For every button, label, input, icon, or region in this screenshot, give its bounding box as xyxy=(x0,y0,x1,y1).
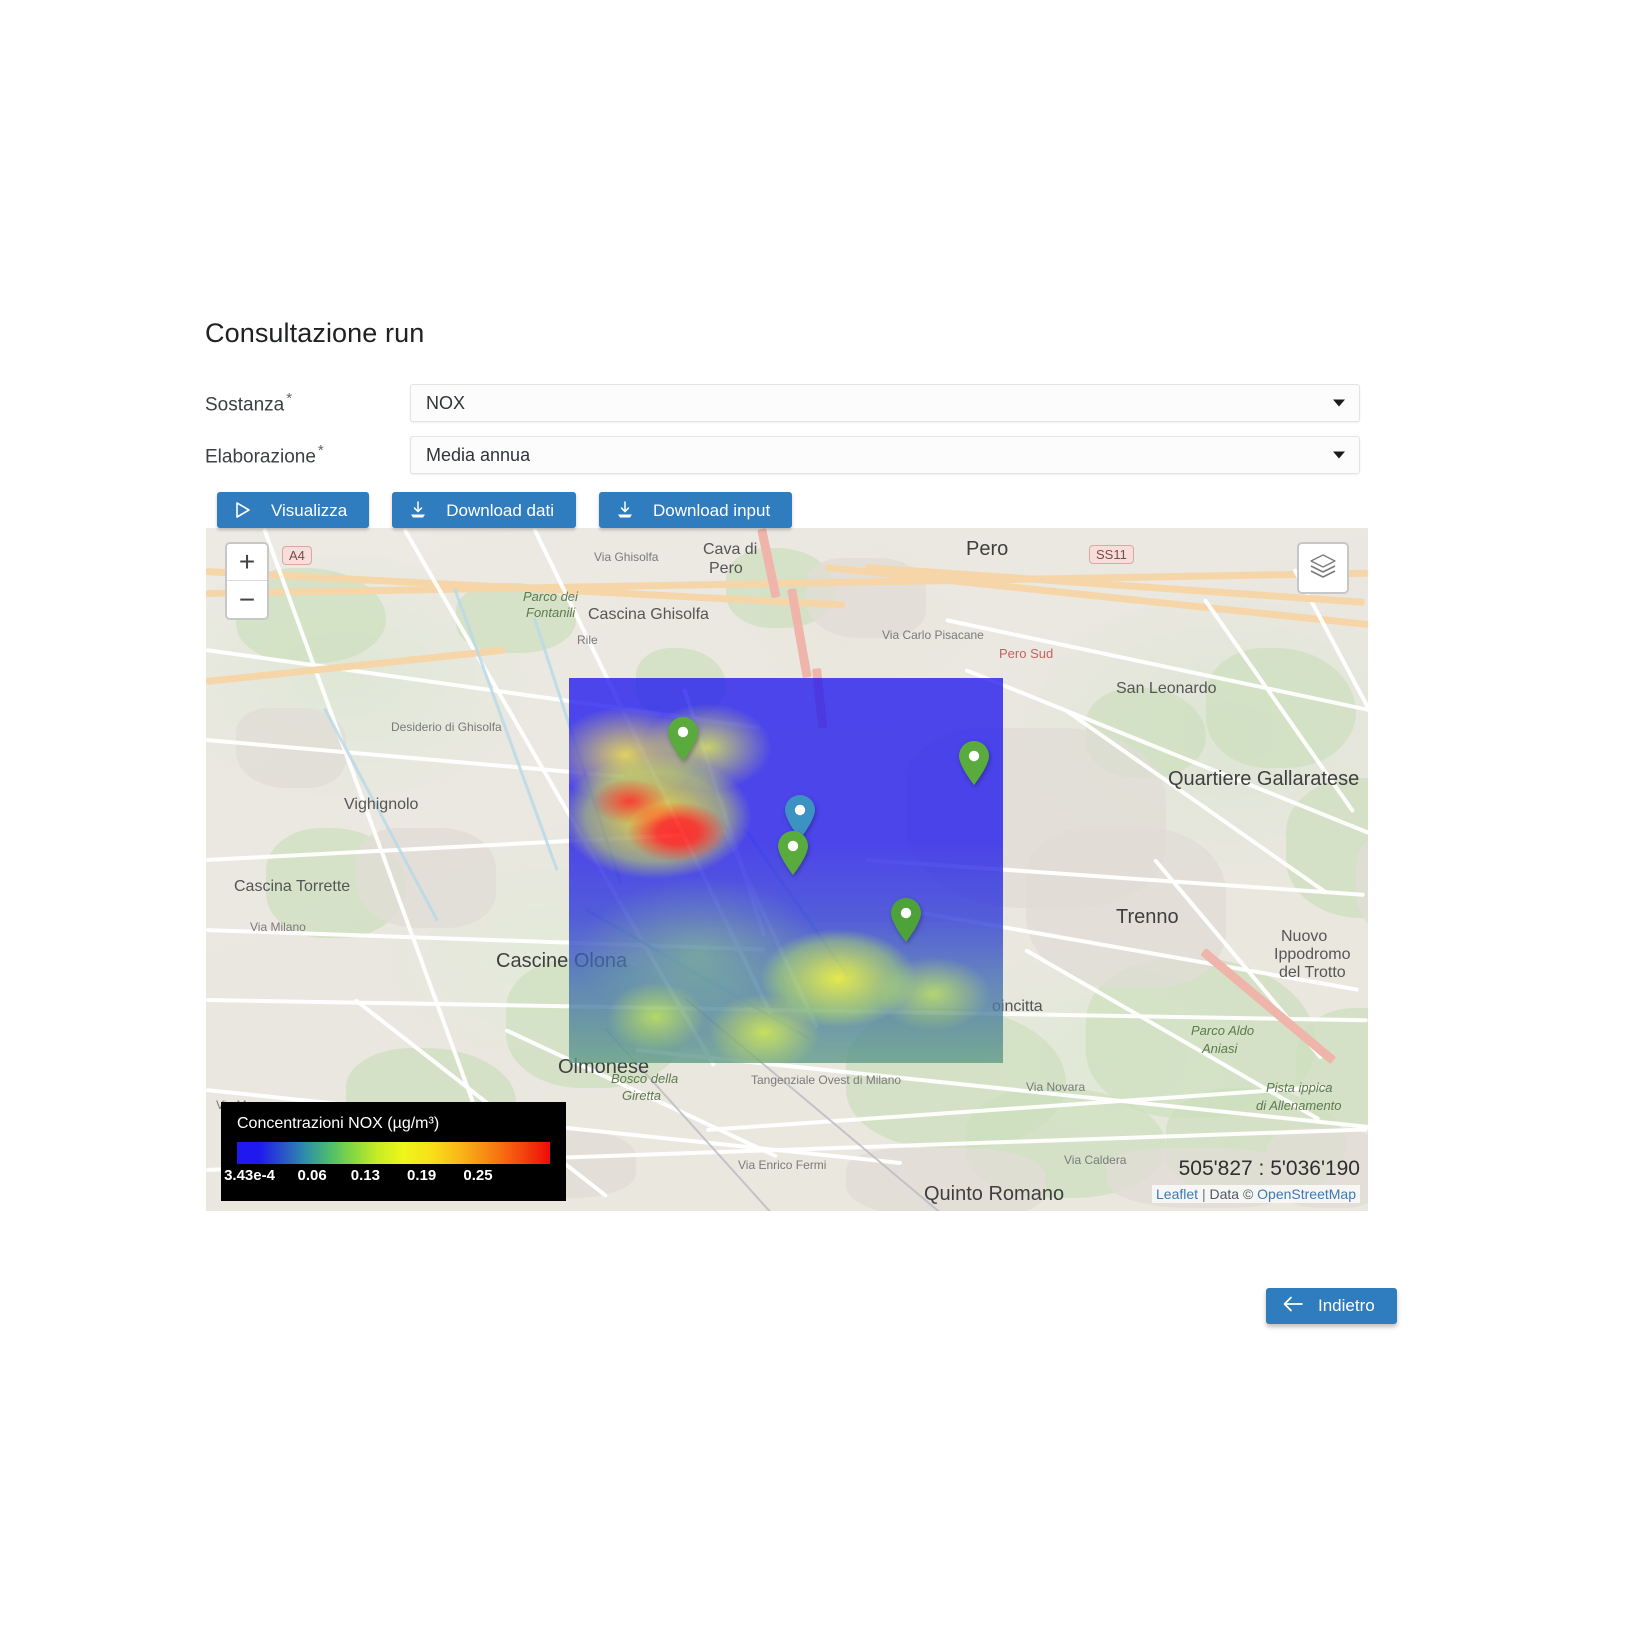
form-row-elaborazione: Elaborazione * Media annua xyxy=(205,436,1360,474)
map-attribution: Leaflet | Data © OpenStreetMap xyxy=(1152,1185,1360,1203)
legend-tick-labels: 3.43e-4 0.06 0.13 0.19 0.25 xyxy=(224,1167,550,1191)
select-elaborazione-value: Media annua xyxy=(426,444,531,465)
visualizza-button-label: Visualizza xyxy=(271,500,348,520)
download-dati-button[interactable]: Download dati xyxy=(392,492,576,528)
action-button-bar: Visualizza Download dati Download input xyxy=(217,492,793,528)
chevron-down-icon[interactable] xyxy=(1333,451,1345,459)
page-title: Consultazione run xyxy=(205,318,425,348)
legend-tick-1: 0.06 xyxy=(297,1167,327,1184)
legend-tick-2: 0.13 xyxy=(350,1167,380,1184)
play-icon xyxy=(233,500,253,520)
form-row-sostanza: Sostanza * NOX xyxy=(205,384,1360,422)
legend-tick-0: 3.43e-4 xyxy=(224,1167,275,1184)
map-road-shield: A4 xyxy=(282,546,312,565)
zoom-control[interactable]: + − xyxy=(225,542,269,620)
label-sostanza-text: Sostanza xyxy=(205,394,285,416)
legend-title: Concentrazioni NOX (µg/m³) xyxy=(237,1115,440,1132)
back-button-container: Indietro xyxy=(1266,1288,1397,1324)
layers-stack-icon xyxy=(1308,551,1338,586)
zoom-in-button[interactable]: + xyxy=(227,544,267,581)
station-marker-1[interactable] xyxy=(666,716,700,762)
download-input-button[interactable]: Download input xyxy=(598,492,793,528)
station-marker-4[interactable] xyxy=(776,830,810,876)
select-sostanza[interactable]: NOX xyxy=(410,384,1360,422)
download-icon xyxy=(615,500,635,520)
select-elaborazione[interactable]: Media annua xyxy=(410,436,1360,474)
openstreetmap-link[interactable]: OpenStreetMap xyxy=(1257,1186,1356,1202)
visualizza-button[interactable]: Visualizza xyxy=(217,492,370,528)
indietro-button-label: Indietro xyxy=(1318,1296,1375,1315)
legend-tick-4: 0.25 xyxy=(463,1167,493,1184)
download-input-button-label: Download input xyxy=(652,500,771,520)
label-elaborazione: Elaborazione * xyxy=(205,442,410,468)
required-marker: * xyxy=(317,441,324,459)
download-icon xyxy=(408,500,428,520)
station-marker-2[interactable] xyxy=(957,740,991,786)
zoom-out-button[interactable]: − xyxy=(227,581,267,618)
arrow-left-icon xyxy=(1282,1295,1304,1318)
download-dati-button-label: Download dati xyxy=(446,500,554,520)
select-sostanza-value: NOX xyxy=(426,392,466,413)
layers-control-button[interactable] xyxy=(1297,542,1349,594)
legend-color-gradient xyxy=(237,1142,550,1164)
station-marker-5[interactable] xyxy=(889,897,923,943)
attribution-data-prefix: Data © xyxy=(1209,1186,1258,1202)
label-elaborazione-text: Elaborazione xyxy=(205,446,316,468)
leaflet-map[interactable]: PeroSS11Cava diPeroParco pubblicoCascina… xyxy=(206,528,1368,1211)
consultazione-run-page: Consultazione run Sostanza * NOX Elaboraz… xyxy=(0,0,1645,1645)
label-sostanza: Sostanza * xyxy=(205,390,410,416)
map-road-shield: SS11 xyxy=(1089,545,1134,564)
attribution-separator: | xyxy=(1198,1186,1210,1202)
indietro-button[interactable]: Indietro xyxy=(1266,1288,1397,1324)
map-coordinates: 505'827 : 5'036'190 xyxy=(1178,1157,1360,1180)
colorbar-legend: Concentrazioni NOX (µg/m³) 3.43e-4 0.06 0.… xyxy=(221,1102,566,1201)
required-marker: * xyxy=(286,389,293,407)
chevron-down-icon[interactable] xyxy=(1333,399,1345,407)
legend-tick-3: 0.19 xyxy=(407,1167,437,1184)
leaflet-link[interactable]: Leaflet xyxy=(1156,1186,1198,1202)
